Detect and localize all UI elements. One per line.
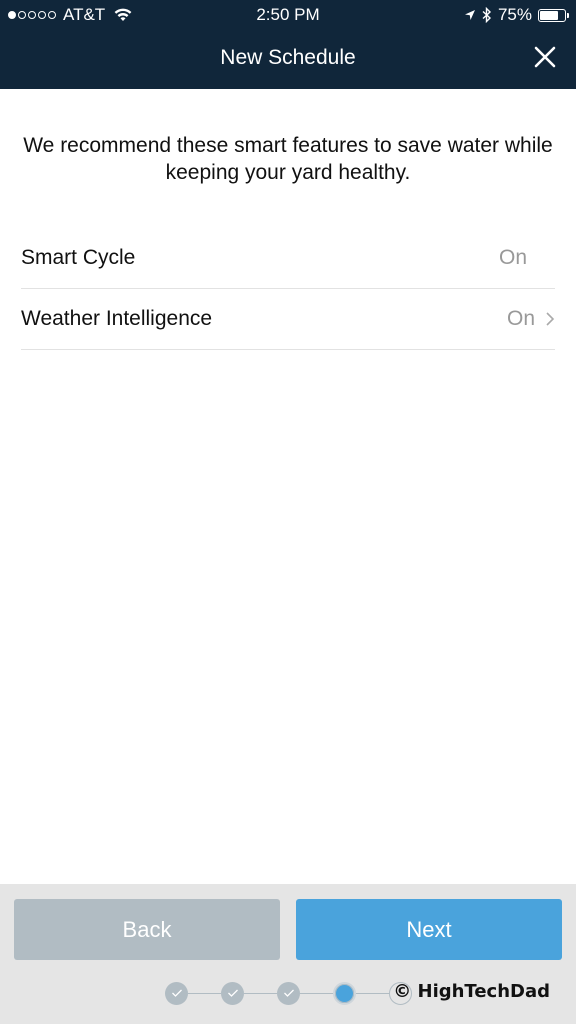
location-arrow-icon: [464, 10, 475, 20]
status-bar: AT&T 2:50 PM 75%: [0, 0, 576, 30]
step-connector: [188, 992, 221, 994]
page-title: New Schedule: [220, 46, 356, 69]
step-indicator: [165, 981, 412, 1005]
feature-label: Smart Cycle: [21, 246, 136, 269]
checkmark-icon: [227, 989, 238, 997]
checkmark-icon: [283, 989, 294, 997]
step-completed: [277, 981, 300, 1005]
close-icon[interactable]: [532, 44, 558, 70]
feature-row-smart-cycle[interactable]: Smart Cycle On: [21, 228, 555, 289]
intro-text: We recommend these smart features to sav…: [23, 134, 553, 184]
feature-value-wrap: On: [499, 246, 527, 270]
wizard-footer: Back Next © HighTechDad: [0, 884, 576, 1024]
bluetooth-icon: [482, 7, 491, 23]
chevron-right-icon: [546, 312, 555, 326]
app-header: AT&T 2:50 PM 75% New Schedule: [0, 0, 576, 89]
step-connector: [356, 992, 389, 994]
status-right: 75%: [464, 5, 569, 25]
next-button[interactable]: Next: [296, 899, 562, 960]
feature-row-weather-intelligence[interactable]: Weather Intelligence On: [21, 289, 555, 350]
battery-percent: 75%: [497, 5, 532, 24]
feature-value-wrap: On: [507, 307, 555, 331]
step-connector: [300, 992, 333, 994]
watermark: © HighTechDad: [393, 981, 550, 1002]
battery-icon: [538, 8, 569, 22]
back-button[interactable]: Back: [14, 899, 280, 960]
battery-fill: [540, 10, 558, 20]
checkmark-icon: [171, 989, 182, 997]
step-current: [333, 981, 356, 1005]
step-completed: [221, 981, 244, 1005]
feature-value: On: [506, 307, 535, 330]
step-connector: [244, 992, 277, 994]
feature-value: On: [498, 246, 527, 269]
feature-label: Weather Intelligence: [21, 307, 213, 330]
step-completed: [165, 981, 188, 1005]
feature-list: Smart Cycle On Weather Intelligence On: [21, 228, 555, 350]
